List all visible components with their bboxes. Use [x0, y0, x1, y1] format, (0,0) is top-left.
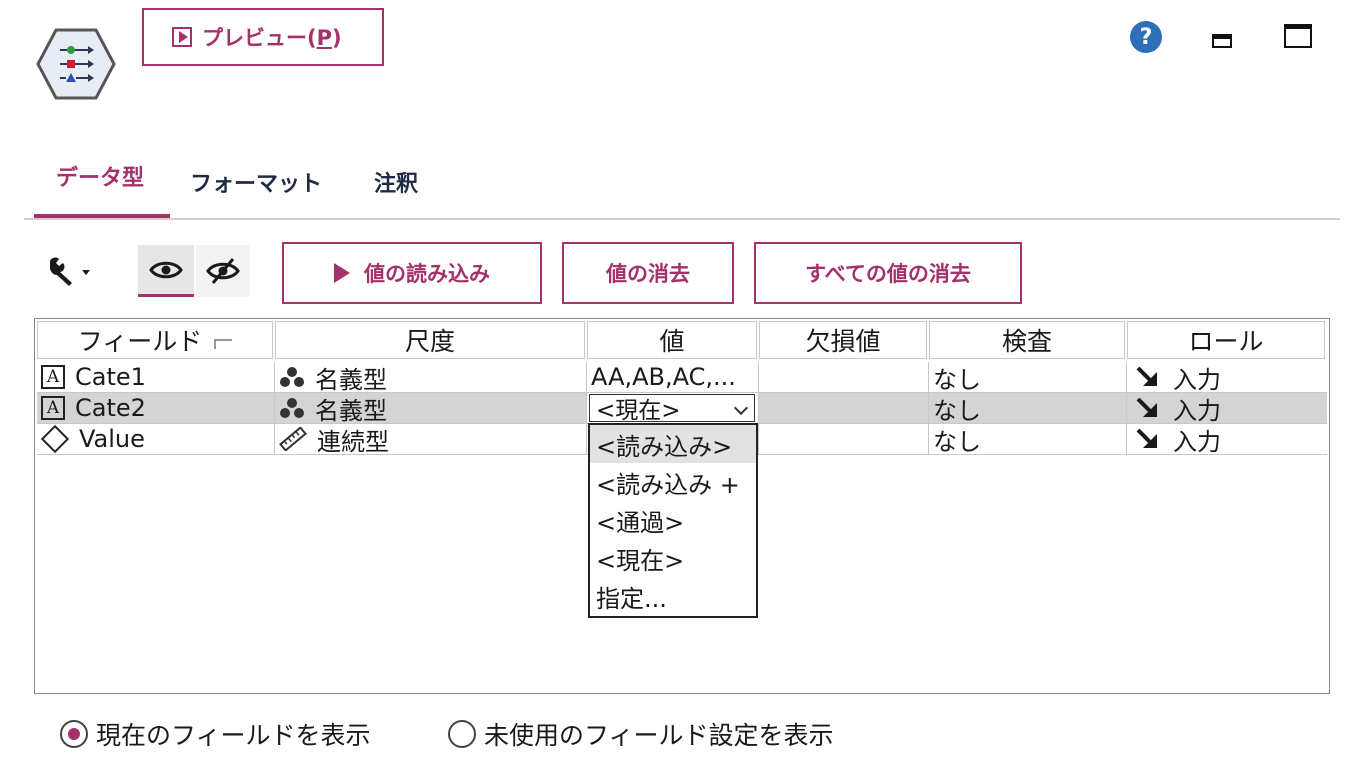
missing-cell[interactable] — [759, 424, 929, 454]
column-header-field[interactable]: フィールド — [37, 321, 273, 359]
nominal-icon — [280, 367, 304, 387]
tools-menu-button[interactable] — [46, 256, 96, 286]
measure-cell[interactable]: 名義型 — [275, 362, 587, 392]
read-values-button[interactable]: 値の読み込み — [282, 242, 542, 304]
column-header-check[interactable]: 検査 — [929, 321, 1125, 359]
preview-label: プレビュー(P) — [202, 26, 342, 50]
dropdown-option-read[interactable]: <読み込み> — [590, 425, 756, 463]
preview-play-icon — [172, 27, 192, 47]
input-role-arrow-icon — [1136, 366, 1157, 386]
input-role-arrow-icon — [1136, 428, 1157, 448]
field-cell: A Cate2 — [37, 393, 275, 423]
dropdown-option-specify[interactable]: 指定... — [590, 577, 756, 615]
role-cell[interactable]: 入力 — [1127, 424, 1327, 454]
clear-values-button[interactable]: 値の消去 — [562, 242, 734, 304]
measure-cell[interactable]: 連続型 — [275, 424, 587, 454]
measure-cell[interactable]: 名義型 — [275, 393, 587, 423]
show-current-fields-radio[interactable]: 現在のフィールドを表示 — [60, 716, 371, 752]
input-role-arrow-icon — [1136, 397, 1157, 417]
minimize-icon[interactable] — [1212, 34, 1232, 48]
eye-icon — [149, 261, 183, 278]
tab-bar: データ型 フォーマット 注釈 — [24, 150, 1340, 220]
check-cell[interactable]: なし — [929, 393, 1127, 423]
check-cell[interactable]: なし — [929, 424, 1127, 454]
field-cell: A Cate1 — [37, 362, 275, 392]
chevron-down-icon — [733, 400, 749, 416]
values-cell[interactable]: <現在> — [587, 393, 759, 423]
values-cell[interactable]: AA,AB,AC,... — [587, 362, 759, 392]
play-icon — [334, 263, 350, 283]
eye-off-icon — [206, 258, 240, 284]
column-header-missing[interactable]: 欠損値 — [759, 321, 927, 359]
help-icon[interactable]: ? — [1130, 21, 1162, 53]
continuous-icon — [279, 427, 307, 451]
column-header-role[interactable]: ロール — [1127, 321, 1325, 359]
type-node-icon — [36, 28, 116, 100]
tab-annotation[interactable]: 注釈 — [374, 166, 418, 198]
tab-data-type[interactable]: データ型 — [56, 160, 144, 192]
radio-unselected-icon — [448, 720, 476, 748]
check-cell[interactable]: なし — [929, 362, 1127, 392]
active-tab-indicator — [34, 214, 170, 218]
role-cell[interactable]: 入力 — [1127, 393, 1327, 423]
values-combo[interactable]: <現在> — [589, 394, 755, 423]
values-dropdown-list: <読み込み> <読み込み + <通過> <現在> 指定... — [588, 423, 758, 618]
string-type-icon: A — [41, 365, 65, 389]
role-cell[interactable]: 入力 — [1127, 362, 1327, 392]
maximize-icon[interactable] — [1284, 24, 1312, 48]
dropdown-option-pass[interactable]: <通過> — [590, 501, 756, 539]
field-cell: Value — [37, 424, 275, 454]
missing-cell[interactable] — [759, 393, 929, 423]
dropdown-option-read-plus[interactable]: <読み込み + — [590, 463, 756, 501]
missing-cell[interactable] — [759, 362, 929, 392]
sort-indicator-icon — [214, 339, 233, 349]
table-row[interactable]: A Cate1 名義型 AA,AB,AC,... なし 入力 — [37, 362, 1327, 392]
clear-all-values-button[interactable]: すべての値の消去 — [754, 242, 1022, 304]
show-fields-toggle[interactable] — [138, 245, 194, 297]
table-row[interactable]: A Cate2 名義型 <現在> なし 入力 — [37, 393, 1327, 423]
radio-selected-icon — [60, 720, 88, 748]
tab-format[interactable]: フォーマット — [190, 166, 322, 198]
column-header-measure[interactable]: 尺度 — [275, 321, 585, 359]
string-type-icon: A — [41, 396, 65, 420]
preview-button[interactable]: プレビュー(P) — [142, 8, 384, 66]
column-header-values[interactable]: 値 — [587, 321, 757, 359]
wrench-icon — [50, 257, 90, 286]
show-unused-fields-radio[interactable]: 未使用のフィールド設定を表示 — [448, 716, 834, 752]
unknown-type-icon — [40, 424, 70, 454]
hide-fields-toggle[interactable] — [196, 245, 250, 297]
dropdown-option-current[interactable]: <現在> — [590, 539, 756, 577]
nominal-icon — [280, 398, 304, 418]
